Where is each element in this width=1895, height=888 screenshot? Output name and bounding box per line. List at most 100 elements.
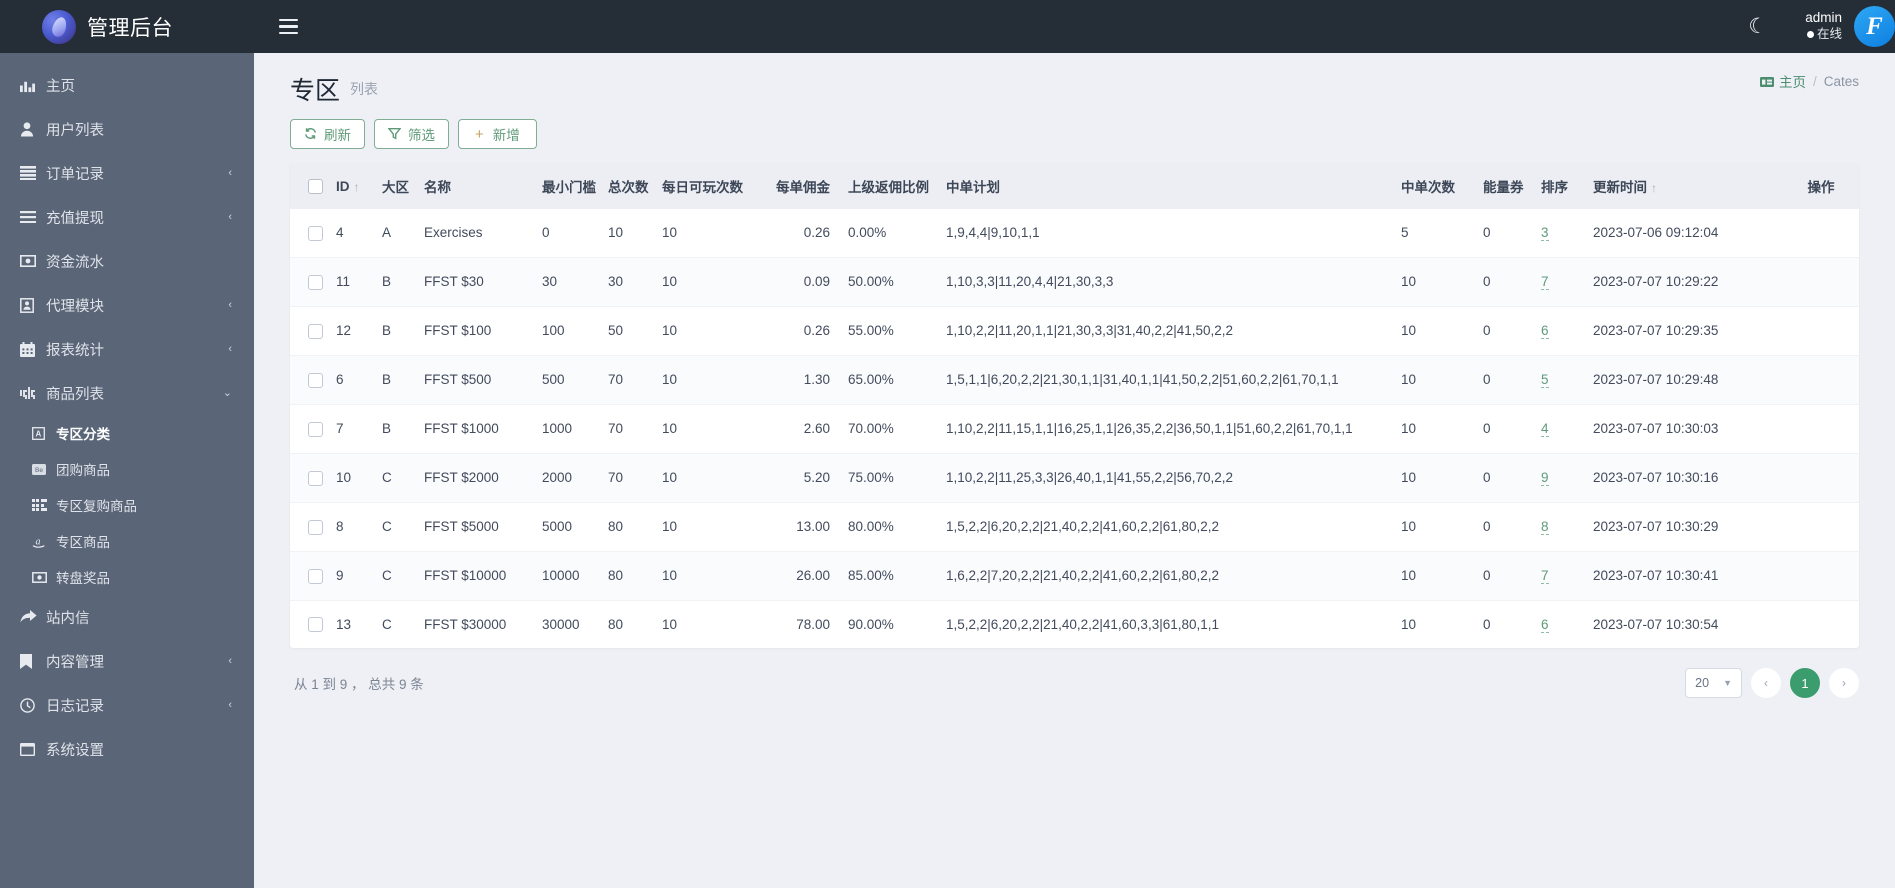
rank-editable-link[interactable]: 4 [1541,421,1549,438]
page-size-select[interactable]: 20 ▼ [1685,668,1742,699]
cell-id: 6 [336,355,382,405]
rank-editable-link[interactable]: 3 [1541,225,1549,242]
breadcrumb-separator: / [1812,73,1817,89]
row-checkbox[interactable] [308,372,323,388]
table-row[interactable]: 13 C FFST $30000 30000 80 10 78.00 90.00% 1,5,2,… [290,600,1859,648]
rank-editable-link[interactable]: 8 [1541,519,1549,536]
rank-editable-link[interactable]: 6 [1541,616,1549,633]
row-checkbox[interactable] [308,274,323,290]
sidebar-item-reports[interactable]: 报表统计 ‹ [0,327,254,371]
row-checkbox[interactable] [308,519,323,535]
hamburger-icon[interactable] [279,18,298,35]
th-zone[interactable]: 大区 [382,163,424,209]
refresh-button[interactable]: 刷新 [290,119,365,149]
sidebar-item-users[interactable]: 用户列表 [0,107,254,151]
breadcrumb-home[interactable]: 主页 [1759,71,1806,91]
sidebar-item-fund-flow[interactable]: 资金流水 [0,239,254,283]
th-plan[interactable]: 中单计划 [946,163,1401,209]
row-checkbox[interactable] [308,617,323,633]
page-1-button[interactable]: 1 [1790,668,1820,699]
svg-text:Be: Be [35,467,43,474]
row-checkbox[interactable] [308,470,323,486]
table-row[interactable]: 7 B FFST $1000 1000 70 10 2.60 70.00% 1,10,2,2|1… [290,404,1859,454]
cell-actions [1783,355,1859,405]
th-name[interactable]: 名称 [424,163,542,209]
prev-page-button[interactable]: ‹ [1751,668,1781,699]
cell-zone: C [382,502,424,552]
table-card: ID ↑ 大区 名称 最小门槛 总次数 每日可玩次数 每单佣金 上级返佣比例 中单… [290,163,1859,649]
page-title: 专区 [290,77,341,105]
cell-hits: 10 [1401,257,1483,307]
sidebar-item-home[interactable]: 主页 [0,63,254,107]
th-energy[interactable]: 能量券 [1483,163,1541,209]
breadcrumb-home-label: 主页 [1778,75,1806,90]
cell-rank: 3 [1541,209,1593,258]
svg-text:a: a [36,536,41,547]
table-row[interactable]: 12 B FFST $100 100 50 10 0.26 55.00% 1,10,2,2|11… [290,306,1859,356]
cell-actions [1783,551,1859,601]
sidebar-item-recharge-withdraw[interactable]: 充值提现 ‹ [0,195,254,239]
sidebar-item-logs[interactable]: 日志记录 ‹ [0,683,254,727]
table-row[interactable]: 10 C FFST $2000 2000 70 10 5.20 75.00% 1,10,2,2|… [290,453,1859,503]
avatar[interactable]: F [1854,6,1895,47]
sidebar-item-system-settings[interactable]: 系统设置 [0,727,254,771]
filter-button[interactable]: 筛选 [374,119,449,149]
user-info[interactable]: admin 在线 [1805,10,1842,43]
rank-editable-link[interactable]: 7 [1541,568,1549,585]
table-row[interactable]: 11 B FFST $30 30 30 10 0.09 50.00% 1,10,3,3|11,2… [290,257,1859,307]
row-checkbox[interactable] [308,323,323,339]
th-min[interactable]: 最小门槛 [542,163,608,209]
table-row[interactable]: 9 C FFST $10000 10000 80 10 26.00 85.00% 1,6,2,2… [290,551,1859,601]
cell-energy: 0 [1483,257,1541,307]
th-rebate[interactable]: 上级返佣比例 [848,163,946,209]
rank-editable-link[interactable]: 7 [1541,274,1549,291]
user-icon [20,121,46,137]
rank-editable-link[interactable]: 5 [1541,372,1549,389]
sidebar-item-zone-products[interactable]: a 专区商品 [0,523,254,559]
sidebar-item-agent-module[interactable]: 代理模块 ‹ [0,283,254,327]
cell-updated: 2023-07-07 10:30:29 [1593,502,1783,552]
cell-hits: 10 [1401,551,1483,601]
th-updated[interactable]: 更新时间 ↑ [1593,163,1783,209]
row-checkbox[interactable] [308,225,323,241]
sidebar-item-zone-repurchase[interactable]: 专区复购商品 [0,487,254,523]
cell-energy: 0 [1483,502,1541,552]
sidebar-item-content-management[interactable]: 内容管理 ‹ [0,639,254,683]
sidebar-item-wheel-prizes[interactable]: 转盘奖品 [0,559,254,595]
select-all-checkbox[interactable] [308,178,323,194]
sidebar-item-messages[interactable]: 站内信 [0,595,254,639]
chevron-down-icon: ⌄ [222,386,232,399]
sidebar-item-zone-category[interactable]: A 专区分类 [0,415,254,451]
th-daily[interactable]: 每日可玩次数 [662,163,770,209]
window-icon [20,742,46,756]
th-total[interactable]: 总次数 [608,163,662,209]
cell-commission: 0.26 [770,306,848,356]
cell-actions [1783,404,1859,454]
th-hits[interactable]: 中单次数 [1401,163,1483,209]
th-hits-label: 中单次数 [1401,180,1455,195]
row-checkbox[interactable] [308,568,323,584]
rank-editable-link[interactable]: 9 [1541,470,1549,487]
sidebar-item-product-list[interactable]: 商品列表 ⌄ [0,371,254,415]
brand[interactable]: 管理后台 [0,0,254,53]
chevron-left-icon: ‹ [228,210,232,223]
add-button[interactable]: + 新增 [458,119,537,149]
next-page-button[interactable]: › [1829,668,1859,699]
cell-name: FFST $2000 [424,453,542,503]
table-body: 4 A Exercises 0 10 10 0.26 0.00% 1,9,4,4|9,10,1,… [290,209,1859,648]
funnel-icon [387,127,402,142]
th-commission[interactable]: 每单佣金 [770,163,848,209]
th-id[interactable]: ID ↑ [336,163,382,209]
sidebar-item-label: 订单记录 [46,166,104,183]
table-row[interactable]: 6 B FFST $500 500 70 10 1.30 65.00% 1,5,1,1|6,20… [290,355,1859,405]
sidebar-item-group-buy[interactable]: Be 团购商品 [0,451,254,487]
moon-icon[interactable]: ☾ [1748,16,1767,37]
th-rank[interactable]: 排序 [1541,163,1593,209]
sidebar-item-orders[interactable]: 订单记录 ‹ [0,151,254,195]
table-row[interactable]: 8 C FFST $5000 5000 80 10 13.00 80.00% 1,5,2,2|6… [290,502,1859,552]
rank-editable-link[interactable]: 6 [1541,323,1549,340]
sidebar-item-label: 代理模块 [46,298,104,315]
row-checkbox[interactable] [308,421,323,437]
table-row[interactable]: 4 A Exercises 0 10 10 0.26 0.00% 1,9,4,4|9,10,1,… [290,209,1859,258]
cell-name: FFST $30 [424,257,542,307]
